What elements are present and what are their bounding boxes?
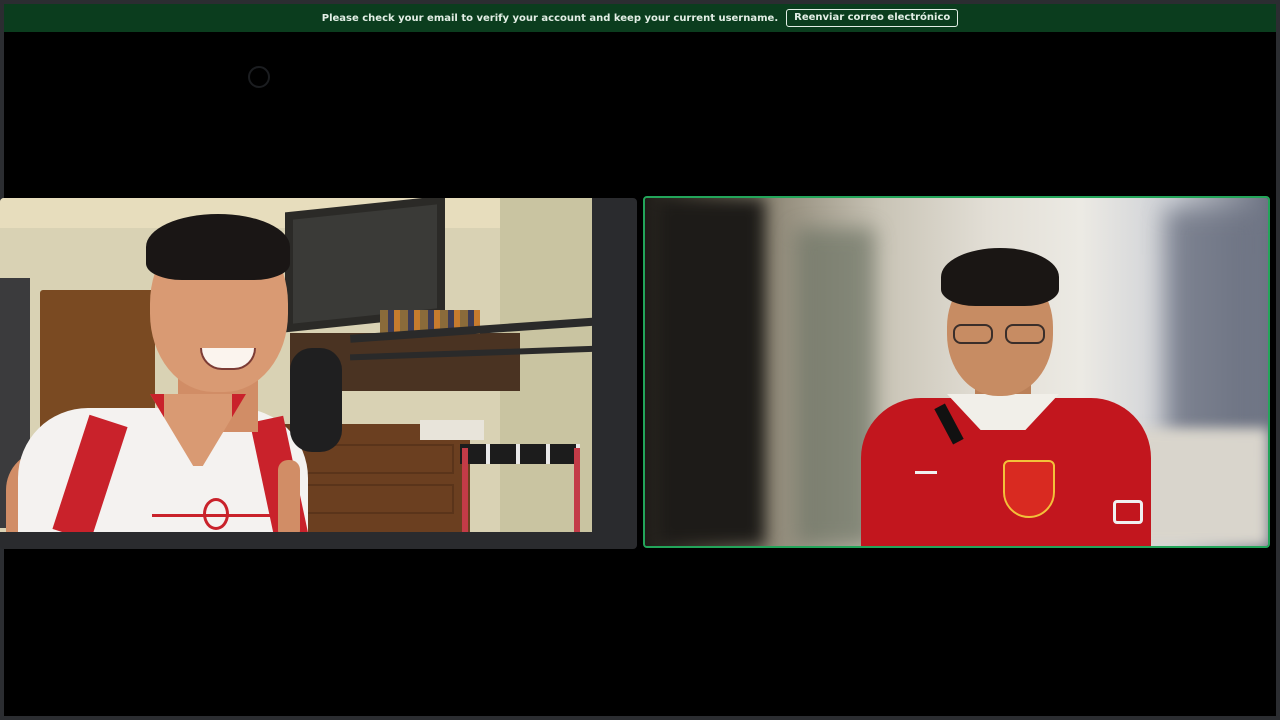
verify-email-notice-text: Please check your email to verify your a…	[321, 12, 779, 24]
resend-email-button[interactable]: Reenviar correo electrónico	[786, 9, 959, 27]
background-shoe-rack	[462, 448, 580, 532]
participant-hair	[146, 214, 290, 280]
shirt-sponsor-logo	[1113, 500, 1143, 524]
jersey-logo	[203, 498, 229, 530]
blurred-background-object	[655, 198, 765, 546]
participant-video-tile-left[interactable]	[0, 198, 637, 549]
participant-video-stream-right	[645, 198, 1268, 546]
participant-arm	[278, 460, 300, 532]
participant-glasses	[949, 324, 1049, 344]
video-call-window: Please check your email to verify your a…	[0, 0, 1280, 720]
shirt-brand-logo	[915, 460, 937, 474]
loading-ring-icon	[248, 66, 270, 88]
video-stage	[0, 194, 1276, 554]
participant-video-stream-left	[0, 198, 592, 532]
blurred-background-object	[1165, 208, 1265, 448]
background-cloth	[420, 420, 484, 440]
participant-hair	[941, 248, 1059, 306]
shirt-crest	[1003, 460, 1055, 518]
verify-email-notice-bar: Please check your email to verify your a…	[4, 4, 1276, 32]
microphone	[290, 348, 342, 452]
participant-video-tile-right[interactable]	[643, 196, 1270, 548]
